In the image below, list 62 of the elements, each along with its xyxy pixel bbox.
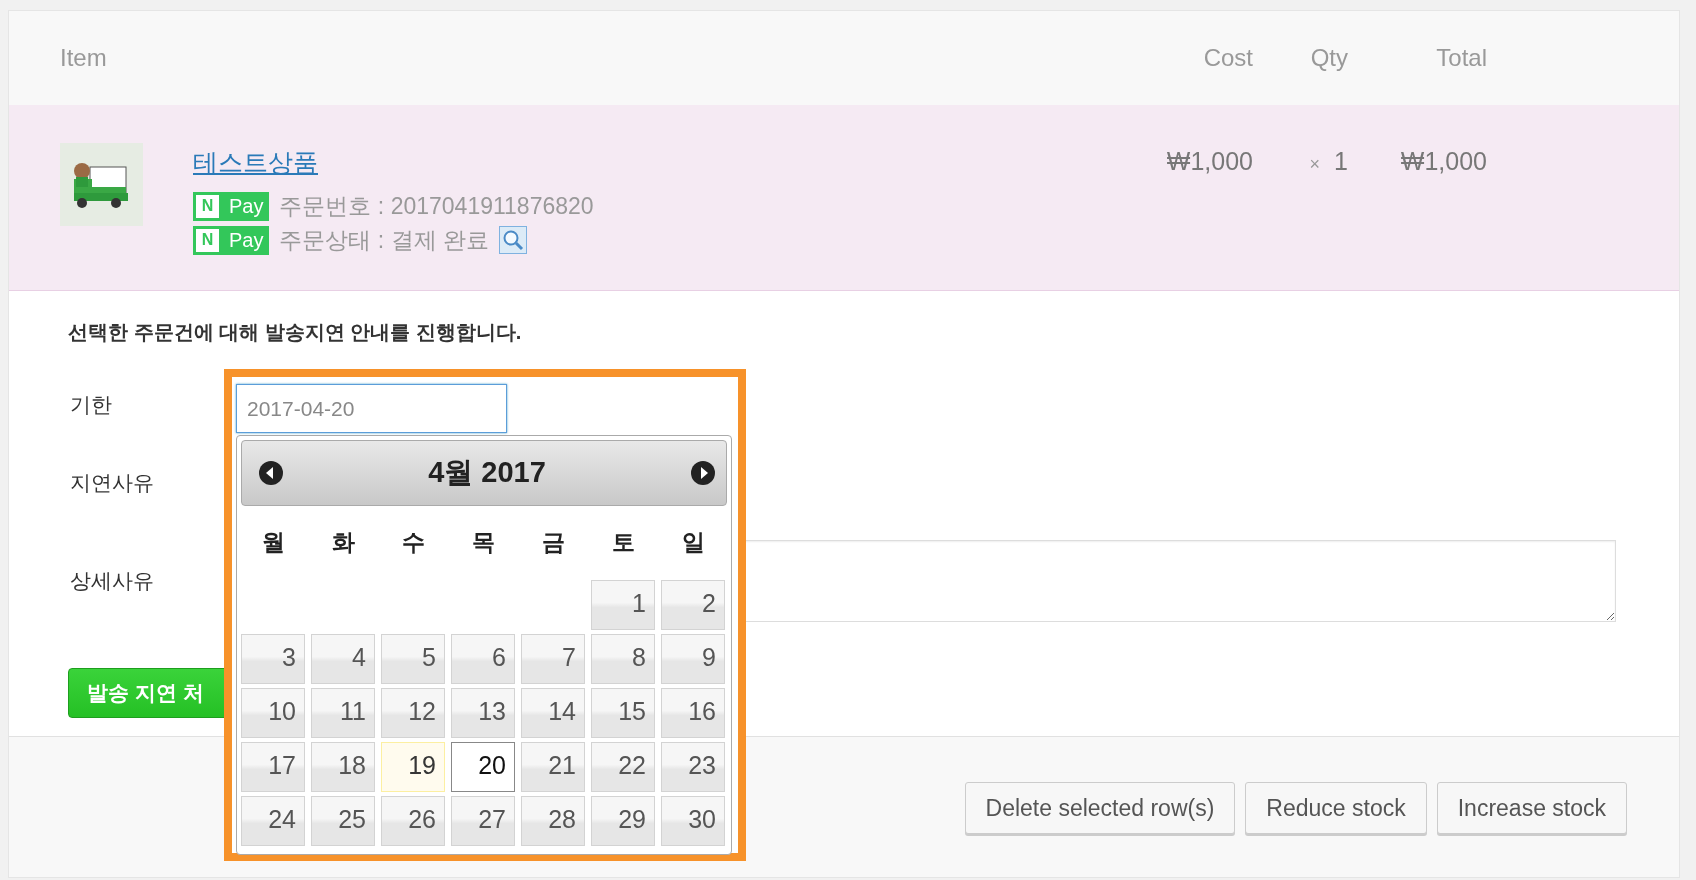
calendar-day[interactable]: 11: [311, 688, 375, 738]
order-meta-text: 주문번호 : 2017041911876820: [279, 191, 594, 221]
calendar-day[interactable]: 12: [381, 688, 445, 738]
column-header: Item: [60, 44, 107, 71]
product-link[interactable]: 테스트상품: [193, 146, 318, 179]
calendar-day[interactable]: 2: [661, 580, 725, 630]
calendar-day[interactable]: 26: [381, 796, 445, 846]
column-header: Total: [1436, 44, 1487, 71]
weekday-label: 수: [400, 528, 426, 557]
field-label: 기한: [69, 392, 113, 418]
calendar-day[interactable]: 24: [241, 796, 305, 846]
calendar-day[interactable]: 22: [591, 742, 655, 792]
total-cell: ₩1,000: [1400, 147, 1487, 175]
calendar-day[interactable]: 19: [381, 742, 445, 792]
calendar-day[interactable]: 28: [521, 796, 585, 846]
times-sign: ×: [1309, 154, 1321, 174]
calendar-day[interactable]: 18: [311, 742, 375, 792]
action-button[interactable]: Reduce stock: [1245, 782, 1427, 834]
calendar-day[interactable]: 3: [241, 634, 305, 684]
column-header: Cost: [1203, 44, 1253, 71]
qty-cell: 1: [1334, 147, 1348, 175]
pay-badge: N Pay: [193, 191, 270, 221]
next-month-icon[interactable]: [690, 460, 716, 486]
field-label: 상세사유: [69, 568, 155, 594]
weekday-label: 화: [330, 528, 356, 557]
calendar-day[interactable]: 9: [661, 634, 725, 684]
calendar-day[interactable]: 23: [661, 742, 725, 792]
calendar-day[interactable]: 25: [311, 796, 375, 846]
weekday-label: 월: [260, 528, 286, 557]
calendar-day[interactable]: 17: [241, 742, 305, 792]
calendar-day[interactable]: 21: [521, 742, 585, 792]
action-button[interactable]: Increase stock: [1436, 782, 1627, 834]
calendar-day[interactable]: 5: [381, 634, 445, 684]
calendar-day[interactable]: 8: [591, 634, 655, 684]
calendar-day[interactable]: 27: [451, 796, 515, 846]
search-icon[interactable]: [499, 226, 528, 254]
calendar-day[interactable]: 16: [661, 688, 725, 738]
calendar-day[interactable]: 13: [451, 688, 515, 738]
field-label: 지연사유: [69, 470, 155, 496]
instruction-text: 선택한 주문건에 대해 발송지연 안내를 진행합니다.: [68, 320, 523, 345]
calendar-day[interactable]: 14: [521, 688, 585, 738]
calendar-day[interactable]: 10: [241, 688, 305, 738]
calendar-day[interactable]: 4: [311, 634, 375, 684]
column-header: Qty: [1310, 44, 1348, 71]
calendar-day[interactable]: 20: [451, 742, 515, 792]
action-button[interactable]: Delete selected row(s): [964, 782, 1236, 834]
weekday-label: 목: [470, 528, 496, 557]
order-meta-text: 주문상태 : 결제 완료: [279, 225, 490, 255]
pay-badge: N Pay: [193, 225, 270, 255]
calendar-day[interactable]: 6: [451, 634, 515, 684]
calendar-day[interactable]: 1: [591, 580, 655, 630]
prev-month-icon[interactable]: [258, 460, 284, 486]
month-title: 4월 2017: [428, 455, 546, 490]
weekday-label: 일: [680, 528, 706, 557]
weekday-label: 금: [540, 528, 566, 557]
calendar-day[interactable]: 15: [591, 688, 655, 738]
cost-cell: ₩1,000: [1166, 147, 1253, 175]
calendar-day[interactable]: 29: [591, 796, 655, 846]
calendar-day[interactable]: 7: [521, 634, 585, 684]
calendar-day[interactable]: 30: [661, 796, 725, 846]
date-field[interactable]: 2017-04-20: [236, 384, 507, 433]
weekday-label: 토: [610, 528, 636, 557]
